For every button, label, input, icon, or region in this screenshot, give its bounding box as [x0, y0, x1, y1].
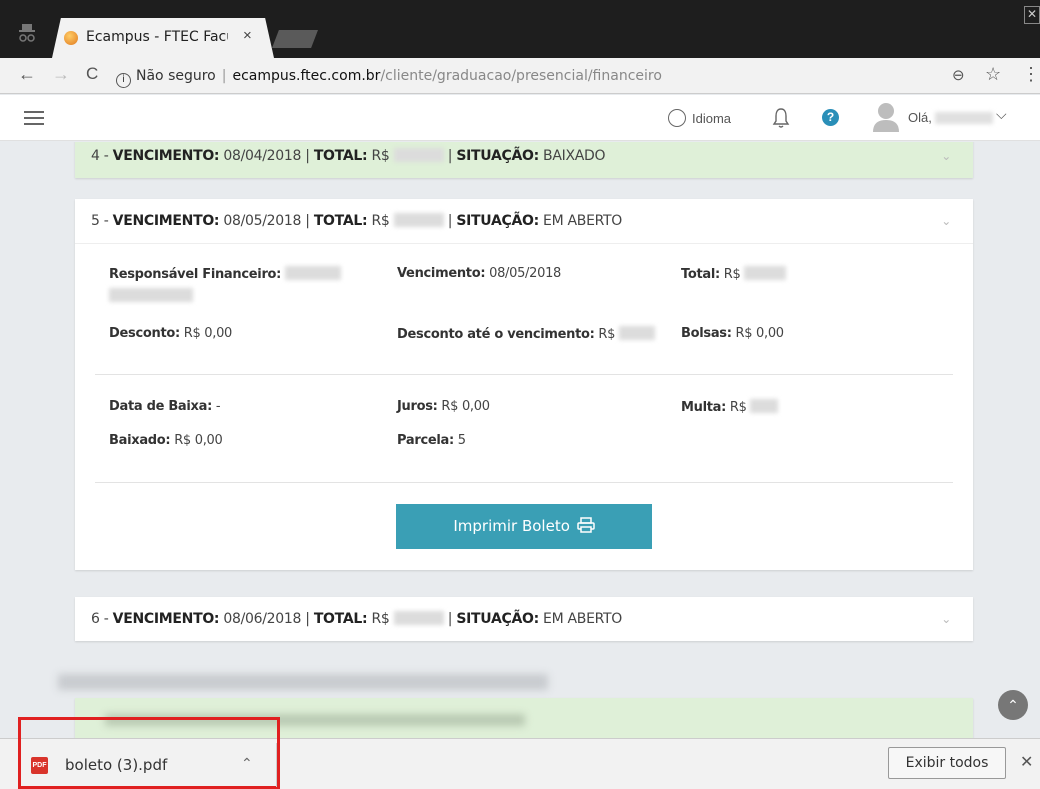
installment-details: Responsável Financeiro: Vencimento: 08/0… — [75, 243, 973, 570]
tab-close-icon[interactable]: × — [243, 27, 252, 44]
juros-field: Juros: R$ 0,00 — [397, 399, 490, 414]
redacted-section-title — [58, 674, 548, 690]
responsavel-field: Responsável Financeiro: — [109, 266, 341, 304]
desconto-field: Desconto: R$ 0,00 — [109, 326, 233, 341]
printer-icon — [576, 517, 595, 533]
back-arrow-icon[interactable]: ← — [18, 64, 36, 85]
new-tab-button[interactable] — [272, 30, 318, 48]
chevron-up-icon[interactable]: ⌃ — [241, 755, 253, 772]
avatar[interactable] — [873, 102, 899, 132]
reload-icon[interactable]: C — [86, 64, 98, 84]
bolsas-field: Bolsas: R$ 0,00 — [681, 326, 784, 341]
browser-titlebar: Ecampus - FTEC Facu × ✕ — [0, 0, 1040, 58]
user-name-redacted — [935, 112, 993, 124]
language-label: Idioma — [692, 111, 732, 126]
notification-bell-icon[interactable] — [772, 107, 790, 129]
data-baixa-field: Data de Baixa: - — [109, 399, 221, 414]
installment-panel: 5 - VENCIMENTO: 08/05/2018 | TOTAL: R$ |… — [75, 199, 973, 570]
status-badge: BAIXADO — [543, 148, 606, 164]
site-header: Idioma ? Olá, ⌵ — [0, 95, 1040, 141]
multa-field: Multa: R$ — [681, 399, 779, 415]
close-icon[interactable]: ✕ — [1020, 752, 1033, 772]
hamburger-menu-icon[interactable] — [24, 111, 44, 129]
zoom-icon[interactable]: ⊖ — [952, 66, 965, 84]
total-field: Total: R$ — [681, 266, 787, 282]
redacted-value — [393, 148, 444, 162]
download-file-name: boleto (3).pdf — [65, 756, 168, 774]
installment-panel[interactable]: 4 - VENCIMENTO: 08/04/2018 | TOTAL: R$ |… — [75, 142, 973, 178]
parcela-field: Parcela: 5 — [397, 433, 466, 448]
browser-toolbar: ← → C i Não seguro | ecampus.ftec.com.br/cl… — [0, 58, 1040, 94]
download-item[interactable]: PDF boleto (3).pdf ⌃ — [29, 743, 277, 787]
status-badge: EM ABERTO — [543, 213, 623, 229]
security-label: Não seguro — [136, 68, 216, 84]
help-icon[interactable]: ? — [822, 109, 839, 126]
language-selector[interactable]: Idioma — [668, 109, 731, 127]
redacted-value — [393, 213, 444, 227]
status-badge: EM ABERTO — [543, 611, 623, 627]
window-close-icon[interactable]: ✕ — [1024, 6, 1040, 24]
download-item-highlight: PDF boleto (3).pdf ⌃ — [18, 717, 280, 789]
info-icon[interactable]: i — [116, 73, 131, 88]
scroll-to-top-button[interactable]: ⌃ — [998, 690, 1028, 720]
browser-menu-icon[interactable]: ⋮ — [1022, 64, 1040, 85]
download-bar: PDF boleto (3).pdf ⌃ Exibir todos ✕ — [0, 717, 1040, 789]
installment-header[interactable]: 4 - VENCIMENTO: 08/04/2018 | TOTAL: R$ |… — [75, 142, 973, 178]
redacted-value — [393, 611, 444, 625]
baixado-field: Baixado: R$ 0,00 — [109, 433, 223, 448]
incognito-icon — [19, 24, 35, 42]
address-bar[interactable]: i Não seguro | ecampus.ftec.com.br/cliente/… — [116, 63, 1012, 89]
vencimento-field: Vencimento: 08/05/2018 — [397, 266, 562, 281]
bookmark-star-icon[interactable]: ☆ — [985, 64, 1001, 85]
chevron-down-icon[interactable]: ⌄ — [941, 142, 951, 178]
show-all-downloads-button[interactable]: Exibir todos — [888, 747, 1006, 779]
installment-header[interactable]: 6 - VENCIMENTO: 08/06/2018 | TOTAL: R$ |… — [75, 597, 973, 641]
forward-arrow-icon[interactable]: → — [52, 64, 70, 85]
chevron-down-icon[interactable]: ⌄ — [941, 597, 951, 641]
desconto-ate-vencimento-field: Desconto até o vencimento: R$ — [397, 326, 655, 342]
user-greeting: Olá, — [908, 110, 932, 125]
url-path: /cliente/graduacao/presencial/financeiro — [380, 68, 662, 84]
globe-icon — [668, 109, 686, 127]
print-boleto-button[interactable]: Imprimir Boleto — [396, 504, 652, 549]
url-domain: ecampus.ftec.com.br — [232, 68, 381, 84]
installment-header[interactable]: 5 - VENCIMENTO: 08/05/2018 | TOTAL: R$ |… — [75, 199, 973, 243]
chevron-up-icon[interactable]: ⌄ — [941, 199, 951, 243]
site-favicon-icon — [64, 31, 78, 45]
pdf-file-icon: PDF — [31, 757, 48, 774]
tab-title: Ecampus - FTEC Facu — [86, 29, 228, 45]
installment-panel[interactable]: 6 - VENCIMENTO: 08/06/2018 | TOTAL: R$ |… — [75, 597, 973, 641]
finance-content: 4 - VENCIMENTO: 08/04/2018 | TOTAL: R$ |… — [0, 142, 1040, 738]
chevron-down-icon[interactable]: ⌵ — [996, 106, 1007, 123]
